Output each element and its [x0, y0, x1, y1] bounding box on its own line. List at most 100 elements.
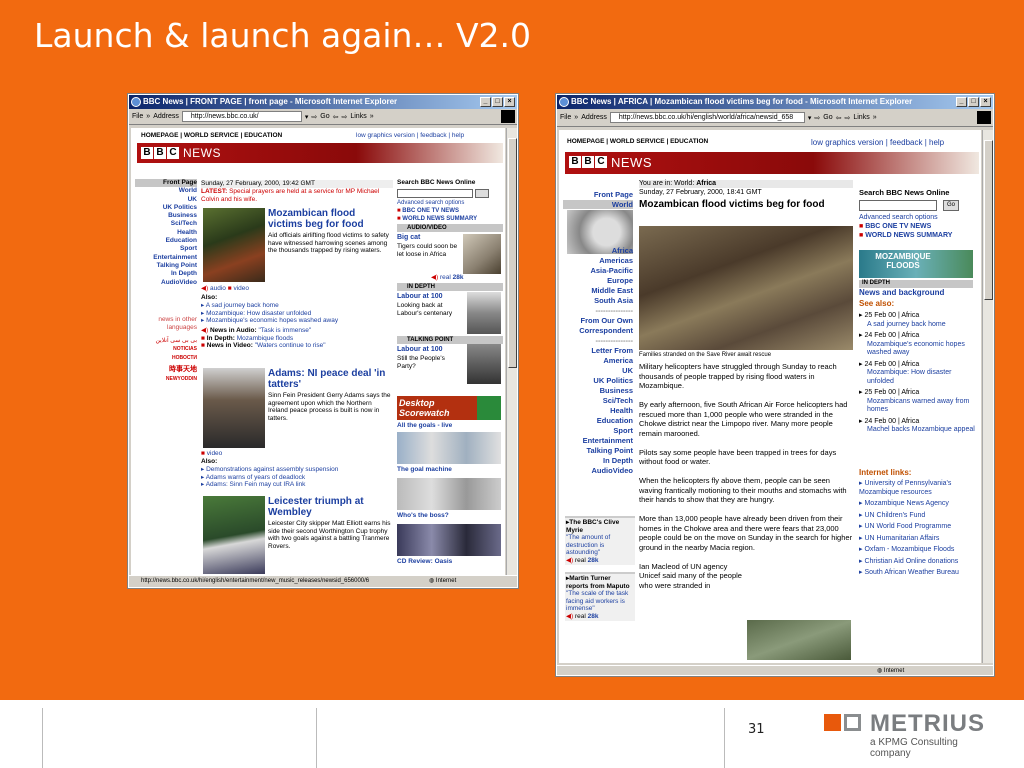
also-link[interactable]: Demonstrations against assembly suspensi… — [206, 466, 338, 473]
links-button[interactable]: Links — [853, 114, 869, 121]
bbc-one-tv-text[interactable]: BBC ONE TV NEWS — [865, 223, 931, 230]
story-photo-wembley[interactable] — [203, 496, 265, 574]
story2-headline[interactable]: Adams: NI peace deal 'in tatters' — [268, 368, 392, 390]
breadcrumb-world[interactable]: World: — [674, 180, 694, 187]
top-nav-left[interactable]: HOMEPAGE | WORLD SERVICE | EDUCATION — [141, 132, 282, 139]
nav-item[interactable]: Letter From America — [563, 346, 633, 366]
nav-item[interactable]: Sci/Tech — [135, 220, 197, 228]
ie-window-africa[interactable]: BBC News | AFRICA | Mozambican flood vic… — [555, 93, 995, 677]
links-button[interactable]: Links — [350, 113, 366, 120]
whos-boss-link[interactable]: Who's the boss? — [397, 512, 449, 520]
top-nav-left[interactable]: HOMEPAGE | WORLD SERVICE | EDUCATION — [567, 138, 708, 145]
window-title-bar[interactable]: BBC News | FRONT PAGE | front page - Mic… — [129, 95, 517, 109]
nav-item[interactable]: Africa — [563, 246, 633, 256]
forward-icon[interactable]: ⇨ — [341, 113, 347, 121]
nav-item[interactable]: Sport — [135, 245, 197, 253]
in-depth-link[interactable]: Mozambique floods — [237, 335, 293, 342]
go-arrow-icon[interactable]: ⇨ — [311, 113, 317, 121]
nav-item[interactable]: Americas — [563, 256, 633, 266]
internet-link[interactable]: Mozambique News Agency — [864, 500, 948, 507]
see-also-link[interactable]: Mozambicans warned away from homes — [859, 398, 977, 415]
nav-item[interactable]: Europe — [563, 276, 633, 286]
story-photo-adams[interactable] — [203, 368, 265, 448]
close-button[interactable]: × — [980, 97, 991, 107]
file-menu[interactable]: File — [560, 114, 571, 121]
also-link[interactable]: Adams: Sinn Fein may cut IRA link — [206, 481, 306, 488]
desktop-scorewatch-banner[interactable]: Desktop Scorewatch — [397, 396, 477, 420]
go-button[interactable]: Go — [320, 113, 329, 120]
nav-item[interactable]: Business — [135, 212, 197, 220]
window-title-bar[interactable]: BBC News | AFRICA | Mozambican flood vic… — [557, 95, 993, 109]
nav-item[interactable]: Health — [135, 229, 197, 237]
nav-item[interactable]: Sci/Tech — [563, 396, 633, 406]
ie-window-front-page[interactable]: BBC News | FRONT PAGE | front page - Mic… — [127, 93, 519, 589]
real-28k-link[interactable]: 28k — [453, 274, 464, 281]
internet-link[interactable]: South African Weather Bureau — [864, 569, 958, 576]
nav-item[interactable]: Education — [135, 237, 197, 245]
go-button[interactable]: Go — [823, 114, 832, 121]
labour2-headline[interactable]: Labour at 100 — [397, 346, 443, 353]
goal-machine-photo[interactable] — [397, 432, 501, 464]
minimize-button[interactable]: _ — [480, 97, 491, 107]
nav-item[interactable]: AudioVideo — [135, 279, 197, 287]
chevron-icon[interactable]: » — [370, 113, 374, 120]
other-languages-link[interactable]: news in other languages — [145, 316, 197, 331]
close-button[interactable]: × — [504, 97, 515, 107]
language-russian[interactable]: НОВОСТИ — [147, 355, 197, 363]
advanced-search-link[interactable]: Advanced search options — [859, 214, 938, 222]
video-link[interactable]: video — [233, 285, 249, 292]
internet-link[interactable]: UN World Food Programme — [864, 523, 951, 530]
nav-item[interactable]: South Asia — [563, 296, 633, 306]
see-also-link[interactable]: A sad journey back home — [859, 321, 977, 330]
nav-item[interactable]: Middle East — [563, 286, 633, 296]
search-go-button[interactable]: Go — [943, 200, 959, 211]
news-background-link[interactable]: News and background — [859, 288, 944, 297]
nav-item[interactable]: Business — [563, 386, 633, 396]
story3-headline[interactable]: Leicester triumph at Wembley — [268, 496, 392, 518]
real-28k-link[interactable]: 28k — [588, 613, 599, 620]
dropdown-icon[interactable]: ▾ — [808, 114, 812, 122]
top-nav-right[interactable]: low graphics version | feedback | help — [356, 132, 464, 139]
oasis-photo[interactable] — [397, 524, 501, 556]
cd-review-link[interactable]: CD Review: Oasis — [397, 558, 452, 566]
nav-item[interactable]: World — [563, 199, 633, 209]
labour-thumbnail[interactable] — [467, 292, 501, 334]
nav-item[interactable]: Health — [563, 406, 633, 416]
latest-item[interactable]: LATEST: Special prayers are held at a se… — [201, 188, 391, 203]
chevron-icon[interactable]: » — [574, 114, 578, 121]
world-summary-text[interactable]: WORLD NEWS SUMMARY — [865, 232, 952, 239]
whos-boss-photo[interactable] — [397, 478, 501, 510]
goal-machine-link[interactable]: The goal machine — [397, 466, 452, 474]
search-input[interactable] — [397, 189, 473, 198]
news-in-video-link[interactable]: "Waters continue to rise" — [255, 342, 326, 349]
chevron-icon[interactable]: » — [146, 113, 150, 120]
internet-link[interactable]: Christian Aid Online donations — [864, 558, 958, 565]
world-summary-text[interactable]: WORLD NEWS SUMMARY — [402, 216, 477, 222]
minimize-button[interactable]: _ — [956, 97, 967, 107]
tiger-thumbnail[interactable] — [463, 234, 501, 274]
language-arabic[interactable]: بی بی سی آنلاین — [147, 338, 197, 346]
internet-link[interactable]: UN Children's Fund — [864, 512, 925, 519]
video-link[interactable]: video — [207, 450, 223, 457]
nav-item[interactable]: In Depth — [563, 456, 633, 466]
address-field[interactable]: http://news.bbc.co.uk/hi/english/world/a… — [609, 112, 805, 123]
scrollbar-thumb[interactable] — [508, 138, 517, 368]
address-field[interactable]: http://news.bbc.co.uk/ — [181, 111, 302, 122]
nav-item[interactable]: In Depth — [135, 270, 197, 278]
scrollbar-thumb[interactable] — [984, 140, 993, 300]
story-photo-flood[interactable] — [203, 208, 265, 282]
nav-item[interactable]: AudioVideo — [563, 466, 633, 476]
nav-item[interactable]: Talking Point — [563, 446, 633, 456]
nav-item[interactable]: Education — [563, 416, 633, 426]
also-link[interactable]: Mozambique's economic hopes washed away — [206, 317, 338, 324]
nav-item[interactable]: Sport — [563, 426, 633, 436]
internet-link[interactable]: UN Humanitarian Affairs — [864, 535, 939, 542]
real-28k-link[interactable]: 28k — [588, 557, 599, 564]
all-goals-link[interactable]: All the goals - live — [397, 422, 452, 430]
castro-thumbnail[interactable] — [467, 344, 501, 384]
top-nav-right[interactable]: low graphics version | feedback | help — [811, 138, 944, 147]
file-menu[interactable]: File — [132, 113, 143, 120]
nav-item[interactable]: UK Politics — [563, 376, 633, 386]
internet-link[interactable]: University of Pennsylvania's Mozambique … — [859, 480, 951, 496]
audio-link[interactable]: audio — [210, 285, 226, 292]
